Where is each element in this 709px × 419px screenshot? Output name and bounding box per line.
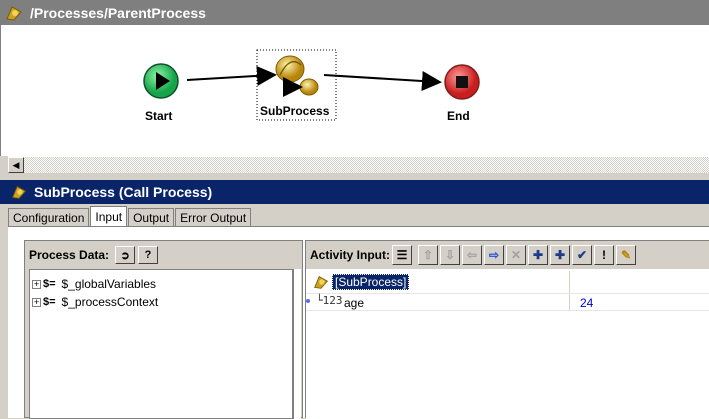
tree-root-subprocess[interactable]: [SubProcess] [312, 273, 410, 291]
validate-icon[interactable]: ✔ [572, 245, 592, 265]
start-node[interactable] [143, 63, 179, 99]
activity-input-header: Activity Input: ☰ ⇧ ⇩ ⇦ ⇨ ✕ ✚ ✚ ✔ ! ✎ [306, 241, 709, 269]
start-node-label: Start [145, 109, 173, 123]
process-data-label: Process Data: [29, 248, 110, 262]
process-canvas[interactable]: Start SubProcess End [0, 25, 709, 156]
field-value[interactable]: 24 [580, 296, 593, 310]
add-icon[interactable]: ✚ [528, 245, 548, 265]
activity-input-panel: Activity Input: ☰ ⇧ ⇩ ⇦ ⇨ ✕ ✚ ✚ ✔ ! ✎ [S… [305, 240, 709, 419]
tab-input[interactable]: Input [90, 206, 128, 226]
process-titlebar: /Processes/ParentProcess [0, 0, 709, 25]
integer-type-icon: └123 [316, 294, 343, 307]
edit-icon[interactable]: ✎ [616, 245, 636, 265]
expand-icon[interactable]: + [32, 297, 41, 307]
drop-point-icon [306, 299, 310, 303]
error-icon[interactable]: ! [594, 245, 614, 265]
tree-item-process-context[interactable]: + $= $_processContext [32, 294, 158, 310]
add-child-icon[interactable]: ✚ [550, 245, 570, 265]
tree-item-global-variables[interactable]: + $= $_globalVariables [32, 276, 156, 292]
subprocess-node-label: SubProcess [260, 104, 330, 118]
tab-error-output[interactable]: Error Output [175, 208, 252, 226]
activity-tabs: Configuration Input Output Error Output [8, 206, 252, 226]
subprocess-small-icon [12, 185, 27, 199]
canvas-horizontal-scrollbar[interactable]: ◀ [8, 156, 709, 173]
move-up-icon[interactable]: ⇧ [418, 245, 438, 265]
tree-item-label: $_globalVariables [61, 277, 157, 291]
subprocess-tree-icon [314, 275, 329, 289]
expand-icon[interactable]: + [32, 279, 41, 289]
move-right-icon[interactable]: ⇨ [484, 245, 504, 265]
variable-icon: $= [43, 296, 56, 308]
scrollbar-track[interactable] [24, 157, 709, 173]
end-node[interactable] [444, 64, 480, 100]
subprocess-icon [275, 55, 319, 97]
move-down-icon[interactable]: ⇩ [440, 245, 460, 265]
process-diagram [143, 49, 480, 121]
help-icon[interactable]: ? [138, 246, 159, 264]
stop-icon [456, 76, 468, 88]
show-edit-icon[interactable]: ☰ [392, 245, 412, 265]
move-left-icon[interactable]: ⇦ [462, 245, 482, 265]
process-data-splitter[interactable] [293, 269, 301, 419]
tree-item-label: $_processContext [61, 295, 159, 309]
transition-subprocess-end[interactable] [323, 71, 442, 92]
transition-start-subprocess[interactable] [186, 65, 277, 86]
process-data-header: Process Data: ➲ ? [25, 241, 302, 269]
scroll-left-icon[interactable]: ◀ [8, 157, 24, 173]
activity-input-label: Activity Input: [310, 248, 390, 262]
activity-input-tree[interactable]: [SubProcess] └123 age 24 [306, 269, 709, 419]
tree-root-label: [SubProcess] [332, 274, 410, 290]
tab-configuration[interactable]: Configuration [8, 208, 90, 226]
process-icon [6, 5, 22, 21]
input-row-age[interactable]: └123 age 24 [306, 293, 709, 311]
end-node-label: End [447, 109, 470, 123]
field-name: age [344, 296, 365, 310]
delete-icon[interactable]: ✕ [506, 245, 526, 265]
tab-output[interactable]: Output [128, 208, 175, 226]
map-data-icon[interactable]: ➲ [115, 246, 136, 264]
activity-titlebar: SubProcess (Call Process) [0, 180, 709, 204]
process-data-tree[interactable]: + $= $_globalVariables + $= $_processCon… [29, 269, 293, 419]
variable-icon: $= [43, 278, 56, 290]
activity-title: SubProcess (Call Process) [34, 184, 213, 200]
process-data-panel: Process Data: ➲ ? + $= $_globalVariables… [24, 240, 303, 419]
process-path: /Processes/ParentProcess [30, 4, 206, 21]
